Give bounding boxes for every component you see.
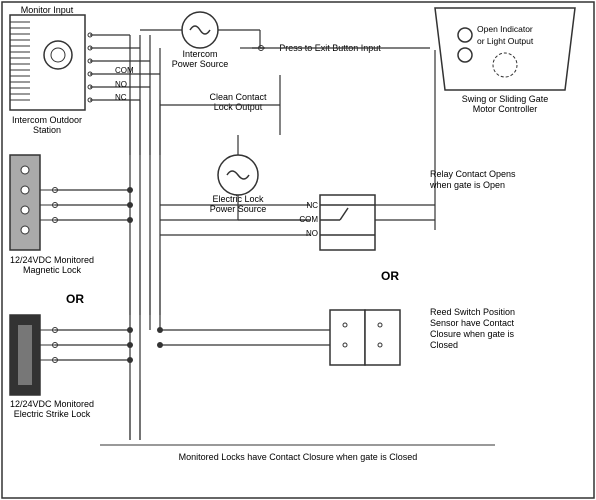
intercom-outdoor-label: Intercom Outdoor (12, 115, 82, 125)
clean-contact-label: Clean Contact (209, 92, 267, 102)
no-relay-label: NO (306, 229, 318, 238)
or-label-2: OR (381, 269, 399, 283)
open-indicator-label: Open Indicator (477, 24, 533, 34)
com-label: COM (115, 66, 134, 75)
open-indicator-label2: or Light Output (477, 36, 534, 46)
relay-contact-label2: when gate is Open (429, 180, 505, 190)
reed-switch-label4: Closed (430, 340, 458, 350)
intercom-power-label2: Power Source (172, 59, 229, 69)
reed-switch-label: Reed Switch Position (430, 307, 515, 317)
no-label: NO (115, 80, 127, 89)
magnetic-lock-label2: Magnetic Lock (23, 265, 82, 275)
electric-strike-label: 12/24VDC Monitored (10, 399, 94, 409)
intercom-power-label: Intercom (182, 49, 217, 59)
clean-contact-label2: Lock Output (214, 102, 263, 112)
intercom-outdoor-label2: Station (33, 125, 61, 135)
wiring-diagram: Monitor Input Intercom Outdoor Station I… (0, 0, 596, 500)
magnetic-lock-label: 12/24VDC Monitored (10, 255, 94, 265)
relay-contact-label: Relay Contact Opens (430, 169, 516, 179)
monitor-input-label: Monitor Input (21, 5, 74, 15)
swing-gate-label: Swing or Sliding Gate (462, 94, 549, 104)
or-label-1: OR (66, 292, 84, 306)
electric-strike-label2: Electric Strike Lock (14, 409, 91, 419)
nc-relay-label: NC (306, 201, 318, 210)
reed-switch-label3: Closure when gate is (430, 329, 515, 339)
com-relay-label: COM (299, 215, 318, 224)
reed-switch-label2: Sensor have Contact (430, 318, 515, 328)
swing-gate-label2: Motor Controller (473, 104, 538, 114)
monitored-locks-label: Monitored Locks have Contact Closure whe… (179, 452, 418, 462)
nc-label: NC (115, 93, 127, 102)
